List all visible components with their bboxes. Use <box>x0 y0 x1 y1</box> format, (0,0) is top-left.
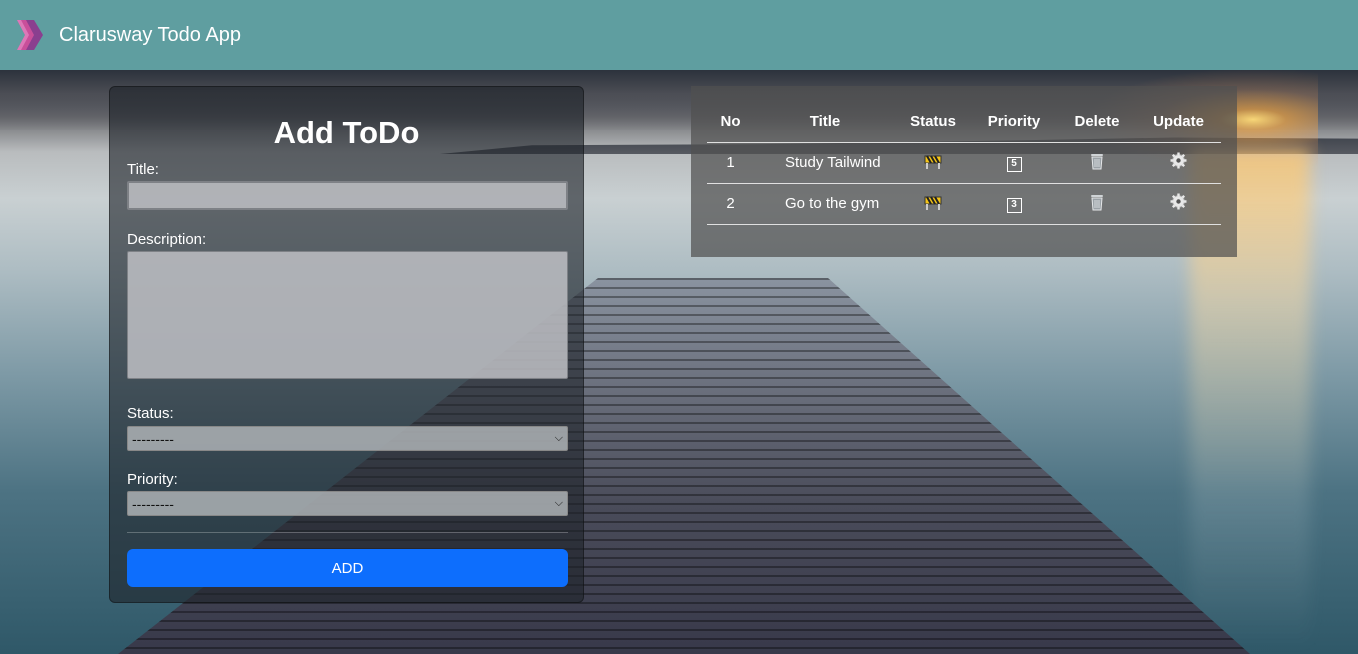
todo-table-panel: No Title Status Priority Delete Update 1… <box>691 86 1237 257</box>
status-selected-value: --------- <box>132 430 174 447</box>
row-no: 2 <box>707 183 754 225</box>
priority-selected-value: --------- <box>132 495 174 512</box>
header-delete: Delete <box>1058 102 1136 143</box>
row-no: 1 <box>707 142 754 184</box>
header-update: Update <box>1136 102 1221 143</box>
brand-name[interactable]: Clarusway Todo App <box>59 24 241 47</box>
gear-icon[interactable] <box>1170 193 1187 210</box>
header-no: No <box>707 102 754 143</box>
row-update <box>1136 142 1221 184</box>
row-status <box>896 183 970 225</box>
todo-table: No Title Status Priority Delete Update 1… <box>707 102 1221 225</box>
row-status <box>896 142 970 184</box>
table-row: 2 Go to the gym 3 <box>707 183 1221 225</box>
row-priority: 5 <box>970 142 1058 184</box>
header-status: Status <box>896 102 970 143</box>
description-textarea[interactable] <box>127 251 568 379</box>
header-title: Title <box>754 102 896 143</box>
form-divider <box>127 532 568 533</box>
form-title: Add ToDo <box>273 115 420 150</box>
row-update <box>1136 183 1221 225</box>
title-input[interactable] <box>127 181 568 210</box>
trash-icon[interactable] <box>1089 152 1105 170</box>
add-todo-form: Add ToDo Title: Description: Status: ---… <box>109 86 584 603</box>
table-row: 1 Study Tailwind 5 <box>707 142 1221 184</box>
construction-icon[interactable] <box>924 194 942 210</box>
priority-label: Priority: <box>127 471 178 488</box>
construction-icon[interactable] <box>924 153 942 169</box>
chevron-down-icon: ⌵ <box>554 497 563 509</box>
row-title: Study Tailwind <box>754 142 896 184</box>
table-header-row: No Title Status Priority Delete Update <box>707 102 1221 143</box>
navbar: Clarusway Todo App <box>0 0 1358 70</box>
priority-badge: 5 <box>1006 157 1022 172</box>
row-delete <box>1058 183 1136 225</box>
priority-select[interactable]: --------- ⌵ <box>127 491 568 516</box>
header-priority: Priority <box>970 102 1058 143</box>
status-select[interactable]: --------- ⌵ <box>127 426 568 451</box>
priority-badge: 3 <box>1006 198 1022 213</box>
brand-logo-icon[interactable] <box>15 18 45 52</box>
add-button[interactable]: ADD <box>127 549 568 587</box>
gear-icon[interactable] <box>1170 152 1187 169</box>
row-delete <box>1058 142 1136 184</box>
title-label: Title: <box>127 161 159 178</box>
trash-icon[interactable] <box>1089 193 1105 211</box>
row-title: Go to the gym <box>754 183 896 225</box>
description-label: Description: <box>127 231 207 248</box>
chevron-down-icon: ⌵ <box>554 432 563 444</box>
status-label: Status: <box>127 405 174 422</box>
row-priority: 3 <box>970 183 1058 225</box>
